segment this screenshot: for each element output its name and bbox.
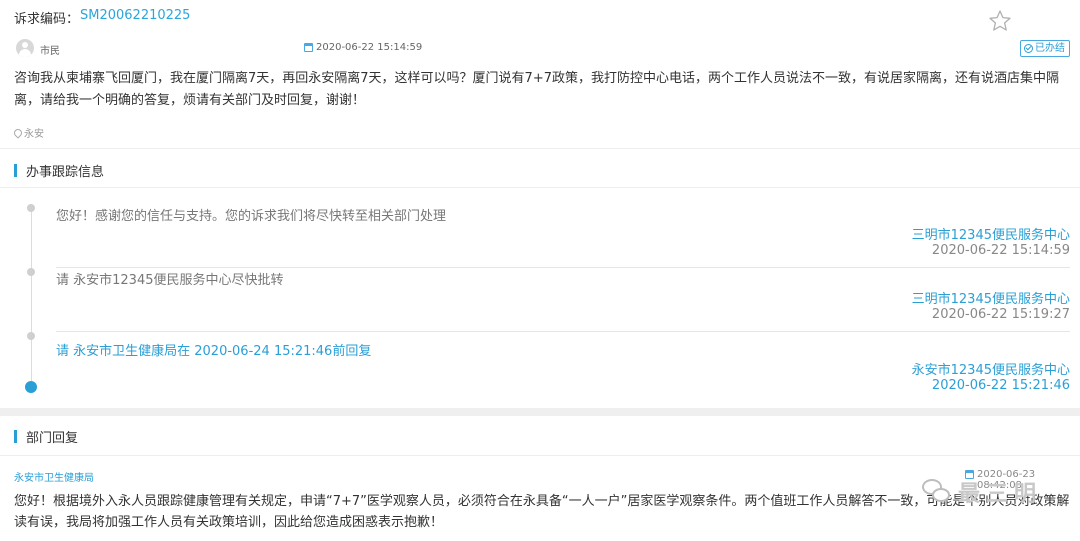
divider [0, 148, 1080, 149]
tracking-entry-text: 请 永安市卫生健康局在 2020-06-24 15:21:46前回复 [56, 344, 372, 359]
avatar [16, 39, 34, 57]
complaint-user: 市民 [40, 46, 60, 57]
calendar-icon [304, 43, 313, 52]
section-bar [14, 430, 17, 443]
tracking-entry-org: 永安市12345便民服务中心 [911, 363, 1070, 378]
location-pin-icon [12, 126, 24, 139]
tracking-section-title: 办事跟踪信息 [14, 161, 104, 180]
timeline-dot [27, 332, 35, 340]
timeline-dot [27, 268, 35, 276]
reply-org: 永安市卫生健康局 [14, 473, 94, 484]
watermark: 最三明 [922, 476, 1042, 508]
section-gap [0, 408, 1080, 416]
divider [0, 455, 1080, 456]
section-bar [14, 164, 17, 177]
tracking-entry-org: 三明市12345便民服务中心 [911, 228, 1070, 243]
complaint-header: 诉求编码： SM20062210225 [0, 0, 1080, 33]
timeline-dot-current [25, 381, 37, 393]
location-label: 永安 [24, 129, 44, 140]
complaint-meta-row: 市民 2020-06-22 15:14:59 已办结 [0, 38, 1080, 62]
divider [0, 187, 1080, 188]
tracking-entry-org: 三明市12345便民服务中心 [911, 292, 1070, 307]
tracking-entry-time: 2020-06-22 15:21:46 [931, 378, 1070, 393]
status-badge: 已办结 [1020, 40, 1070, 57]
reply-title-text: 部门回复 [26, 431, 79, 446]
watermark-text: 最三明 [958, 482, 1043, 507]
complaint-location: 永安 [12, 125, 44, 140]
status-label: 已办结 [1035, 43, 1065, 54]
reply-content: 您好！根据境外入永人员跟踪健康管理有关规定，申请“7+7”医学观察人员，必须符合… [14, 494, 1070, 530]
timeline-dot [27, 204, 35, 212]
complaint-time: 2020-06-22 15:14:59 [316, 42, 423, 53]
complaint-content: 咨询我从柬埔寨飞回厦门，我在厦门隔离7天，再回永安隔离7天，这样可以吗？厦门说有… [14, 71, 1059, 108]
wechat-icon [922, 479, 952, 505]
complaint-code-label: 诉求编码： [14, 12, 80, 27]
tracking-entry-text: 您好！感谢您的信任与支持。您的诉求我们将尽快转至相关部门处理 [56, 209, 447, 224]
timeline-separator [56, 331, 1070, 332]
star-icon[interactable] [988, 9, 1012, 33]
check-circle-icon [1024, 44, 1033, 53]
timeline-line [31, 207, 32, 387]
timeline-separator [56, 267, 1070, 268]
reply-section-title: 部门回复 [14, 427, 78, 446]
complaint-code-value: SM20062210225 [80, 8, 191, 23]
tracking-entry-text: 请 永安市12345便民服务中心尽快批转 [56, 273, 284, 288]
tracking-entry-time: 2020-06-22 15:19:27 [931, 307, 1070, 322]
tracking-entry-time: 2020-06-22 15:14:59 [931, 243, 1070, 258]
tracking-title-text: 办事跟踪信息 [26, 165, 105, 180]
